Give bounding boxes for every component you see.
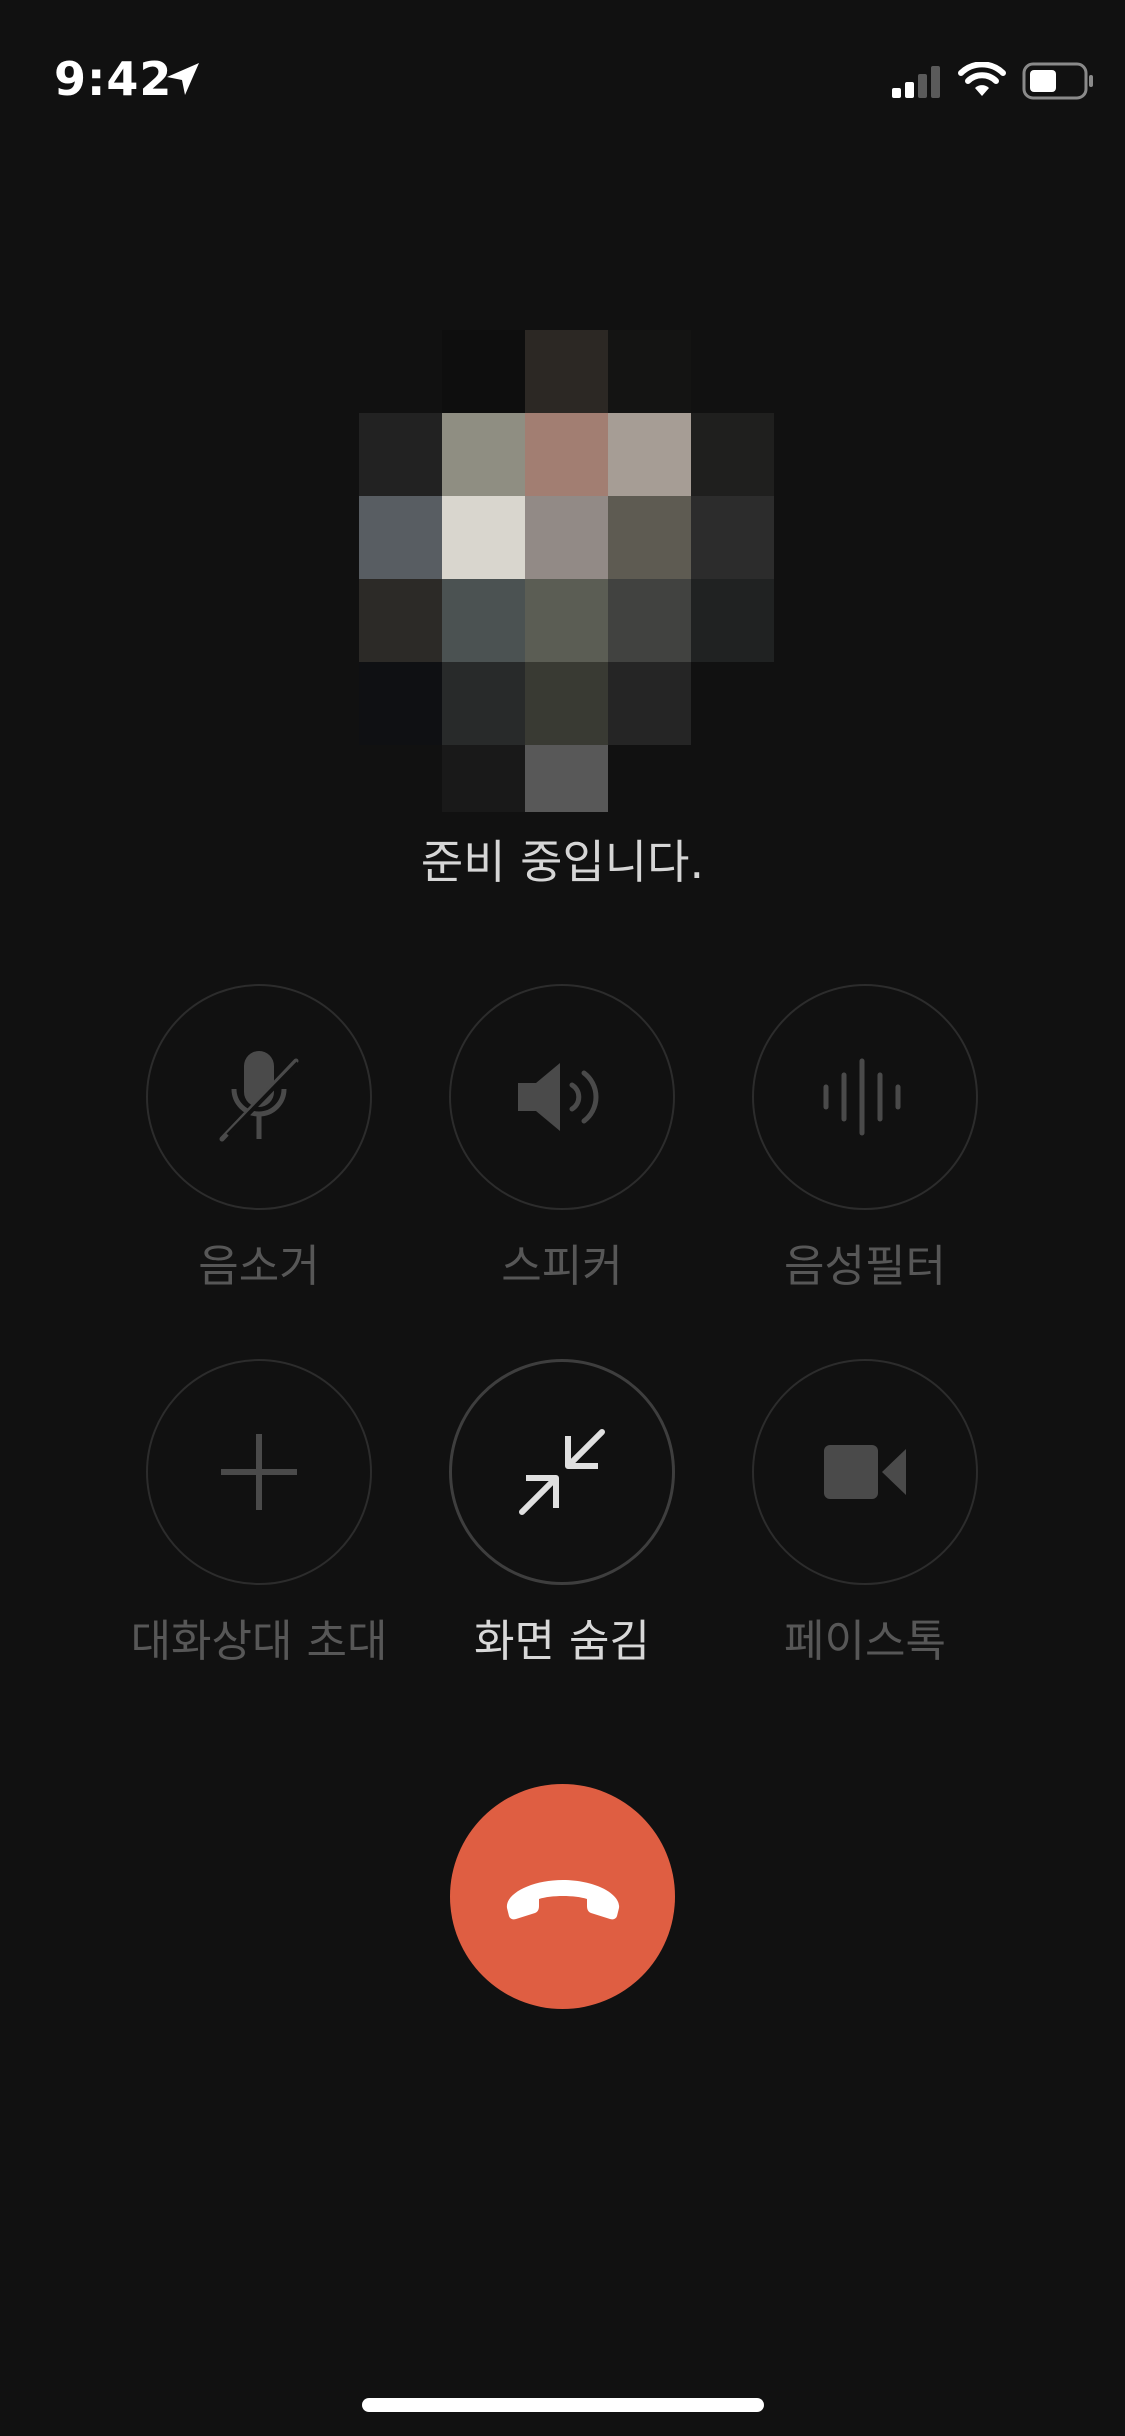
invite-button-circle[interactable] [146,1359,372,1585]
caller-avatar [359,330,774,812]
status-bar: 9:42 [0,0,1125,150]
hide-screen-button[interactable]: 화면 숨김 [449,1359,675,1667]
mute-button[interactable]: 음소거 [146,984,372,1292]
speaker-label: 스피커 [501,1241,623,1292]
voice-filter-button-circle[interactable] [752,984,978,1210]
voice-filter-icon [823,1058,901,1136]
mic-off-icon [219,1051,300,1142]
location-arrow-icon [167,63,199,95]
battery-icon [1022,62,1093,100]
facetalk-button[interactable]: 페이스톡 [752,1359,978,1667]
hang-up-phone-icon [506,1879,619,1919]
wifi-icon [958,62,1006,96]
plus-icon [221,1434,297,1510]
end-call-button[interactable] [450,1784,675,2009]
video-camera-icon [824,1445,906,1499]
call-status-text: 준비 중입니다. [420,835,705,889]
cellular-signal-icon [892,66,940,98]
status-time: 9:42 [54,52,173,106]
voice-filter-button[interactable]: 음성필터 [752,984,978,1292]
mute-button-circle[interactable] [146,984,372,1210]
home-indicator[interactable] [362,2398,764,2412]
minimize-icon [519,1429,605,1515]
speaker-button[interactable]: 스피커 [449,984,675,1292]
invite-button[interactable]: 대화상대 초대 [131,1359,387,1667]
voice-filter-label: 음성필터 [784,1241,946,1292]
speaker-button-circle[interactable] [449,984,675,1210]
facetalk-button-circle[interactable] [752,1359,978,1585]
hide-screen-button-circle[interactable] [449,1359,675,1585]
speaker-icon [518,1063,599,1131]
hide-screen-label: 화면 숨김 [474,1616,650,1667]
invite-label: 대화상대 초대 [130,1616,388,1667]
mute-label: 음소거 [198,1241,320,1292]
facetalk-label: 페이스톡 [784,1616,946,1667]
